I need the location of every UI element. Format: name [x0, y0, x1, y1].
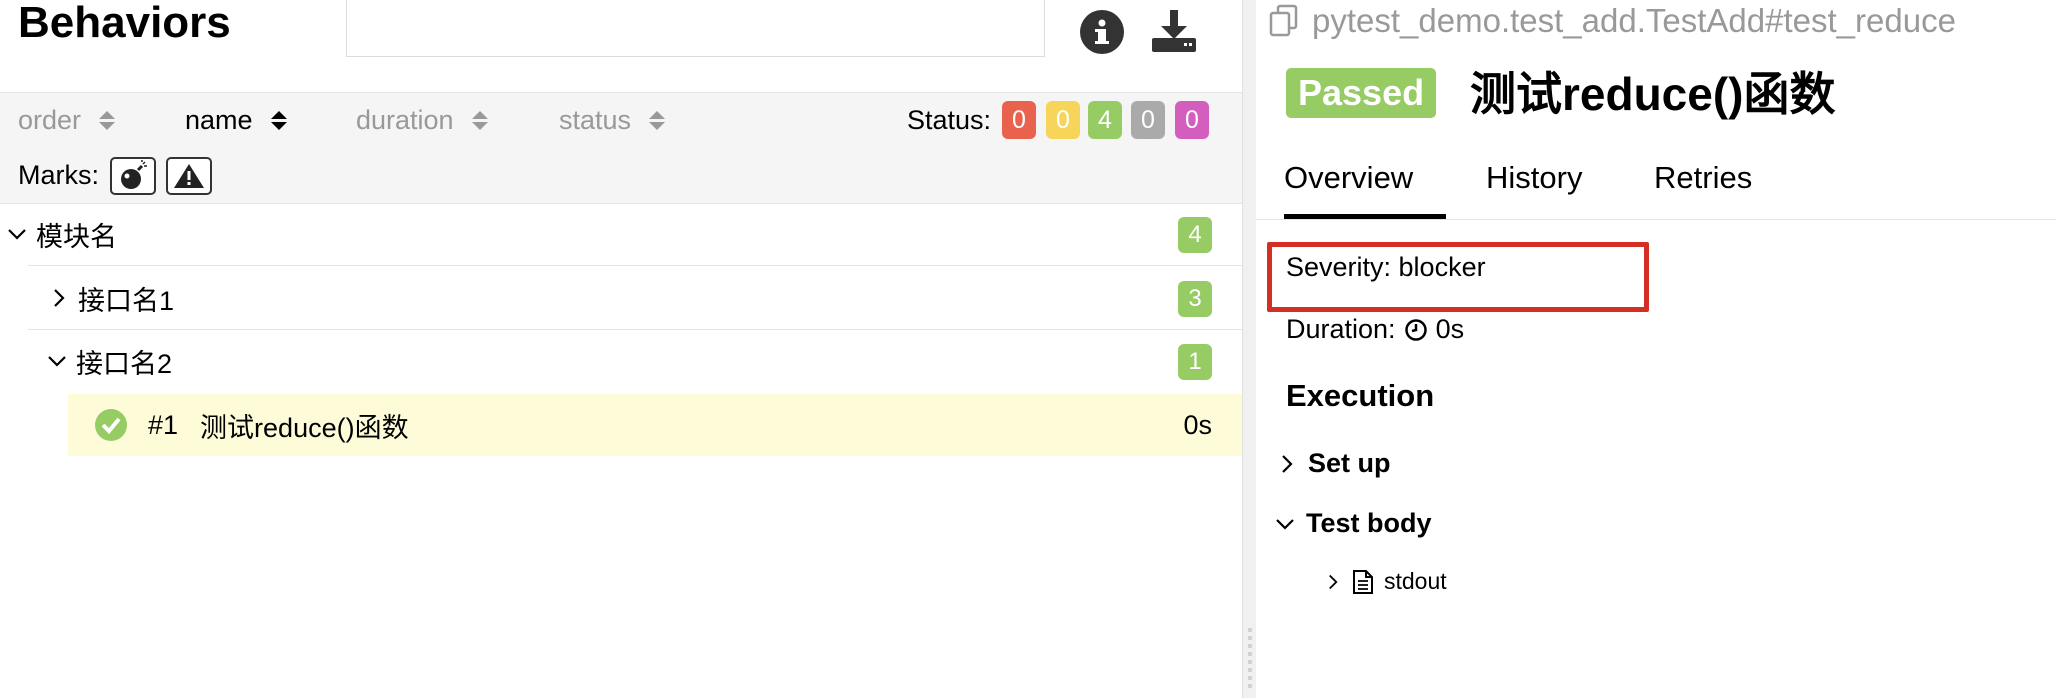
test-full-path[interactable]: pytest_demo.test_add.TestAdd#test_reduce	[1268, 2, 1956, 40]
test-detail-pane: pytest_demo.test_add.TestAdd#test_reduce…	[1256, 0, 2056, 698]
download-icon	[1152, 10, 1196, 52]
test-path-text: pytest_demo.test_add.TestAdd#test_reduce	[1312, 2, 1956, 39]
chevron-down-icon	[1276, 518, 1294, 530]
sort-label: name	[185, 105, 253, 135]
status-passed-toggle[interactable]: 4	[1088, 101, 1122, 139]
sort-by-name[interactable]: name	[185, 105, 287, 136]
chevron-down-icon	[48, 356, 66, 367]
tree-group-interface1[interactable]: 接口名1 3	[0, 267, 1242, 329]
status-label: Status:	[907, 105, 992, 135]
grip-dot	[1248, 652, 1252, 656]
sort-arrows-icon	[471, 111, 488, 130]
status-badge: Passed	[1286, 68, 1437, 118]
info-button[interactable]	[1080, 10, 1124, 54]
sort-by-status[interactable]: status	[559, 105, 666, 136]
status-unknown-toggle[interactable]: 0	[1175, 101, 1209, 139]
severity-line: Severity: blocker	[1286, 252, 1486, 282]
status-broken-toggle[interactable]: 0	[1046, 101, 1080, 139]
duration-label: Duration:	[1286, 314, 1396, 344]
grip-dot	[1248, 644, 1252, 648]
sort-by-duration[interactable]: duration	[356, 105, 488, 136]
tab-history[interactable]: History	[1486, 160, 1582, 196]
tree-group-label: 接口名1	[78, 285, 175, 316]
mark-flaky-toggle[interactable]	[110, 157, 156, 195]
grip-dot	[1248, 668, 1252, 672]
count-badge: 4	[1178, 217, 1212, 253]
grip-dot	[1248, 684, 1252, 688]
grip-dot	[1248, 676, 1252, 680]
duration-line: Duration: 0s	[1286, 314, 1464, 345]
status-skipped-toggle[interactable]: 0	[1131, 101, 1165, 139]
sort-label: status	[559, 105, 632, 135]
duration-value: 0s	[1435, 314, 1465, 344]
pane-resize-handle[interactable]	[1242, 0, 1257, 698]
tree-group-label: 模块名	[36, 221, 117, 252]
mark-new-failed-toggle[interactable]	[166, 157, 212, 195]
chevron-right-icon	[1329, 574, 1338, 589]
count-badge: 3	[1178, 281, 1212, 317]
test-index: #1	[148, 409, 179, 440]
test-case-row[interactable]: #1 测试reduce()函数 0s	[68, 394, 1242, 456]
sort-arrows-icon	[270, 111, 287, 130]
step-test-body[interactable]: Test body	[1274, 508, 1432, 539]
execution-title: Execution	[1286, 378, 1435, 413]
file-text-icon	[1353, 569, 1373, 594]
check-circle-icon	[95, 409, 127, 441]
step-label: Test body	[1306, 508, 1432, 538]
search-input[interactable]	[346, 0, 1045, 57]
attachment-label: stdout	[1384, 568, 1447, 594]
sort-by-order[interactable]: order	[18, 105, 116, 136]
sort-arrows-icon	[649, 111, 666, 130]
grip-dot	[1248, 660, 1252, 664]
clock-icon	[1404, 318, 1427, 341]
behaviors-pane: Behaviors order name duration status Sta…	[0, 0, 1242, 698]
tabs-divider	[1256, 219, 2056, 220]
bomb-icon	[121, 160, 147, 189]
sort-arrows-icon	[99, 111, 116, 130]
download-button[interactable]	[1150, 8, 1198, 54]
count-badge: 1	[1178, 344, 1212, 380]
sort-label: order	[18, 105, 82, 135]
test-title: 测试reduce()函数	[1470, 68, 1836, 120]
info-icon	[1095, 19, 1109, 44]
tree-group-label: 接口名2	[76, 348, 173, 379]
toolbar: order name duration status Status: 0 0 4…	[0, 92, 1242, 204]
step-label: Set up	[1308, 448, 1391, 478]
test-duration: 0s	[1183, 409, 1212, 440]
divider	[28, 265, 1242, 266]
tab-overview[interactable]: Overview	[1284, 160, 1413, 196]
status-failed-toggle[interactable]: 0	[1002, 101, 1036, 139]
copy-icon	[1269, 4, 1298, 37]
grip-dot	[1248, 636, 1252, 640]
attachment-stdout[interactable]: stdout	[1324, 568, 1447, 595]
chevron-down-icon	[8, 229, 26, 240]
test-name: 测试reduce()函数	[200, 412, 409, 443]
tree-group-interface2[interactable]: 接口名2 1	[0, 330, 1242, 392]
tree-group-module[interactable]: 模块名 4	[0, 203, 1242, 265]
page-title: Behaviors	[18, 0, 231, 47]
warning-icon	[174, 164, 204, 188]
chevron-right-icon	[54, 289, 65, 307]
grip-dot	[1248, 628, 1252, 632]
sort-label: duration	[356, 105, 454, 135]
marks-label: Marks:	[18, 160, 99, 190]
chevron-right-icon	[1282, 454, 1293, 473]
step-setup[interactable]: Set up	[1276, 448, 1391, 479]
tab-retries[interactable]: Retries	[1654, 160, 1752, 196]
active-tab-indicator	[1284, 214, 1446, 219]
